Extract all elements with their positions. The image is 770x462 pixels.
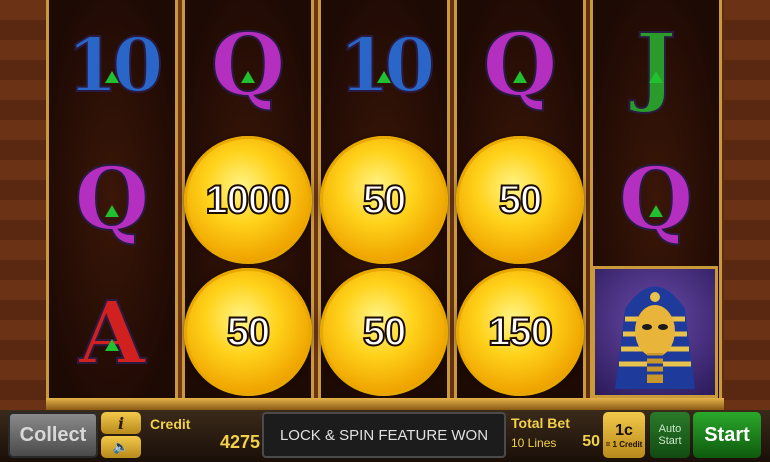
- credit-value: 4275: [219, 432, 260, 452]
- pharaoh-symbol: [592, 266, 718, 398]
- slot-game-area: 10 Q A Q 1000 50 10 50 50 Q 50 150 J Q: [0, 0, 770, 410]
- collect-button[interactable]: Collect: [8, 412, 98, 458]
- symbol-10-text: 10: [338, 23, 437, 109]
- coin-value: 50: [498, 177, 543, 223]
- info-button[interactable]: i: [101, 412, 141, 434]
- denomination-sub: = 1 Credit: [605, 439, 643, 449]
- right-decoration: [724, 0, 770, 410]
- symbol-q-text: Q: [618, 149, 695, 250]
- symbol-q-text: Q: [210, 15, 287, 116]
- coin-value: 150: [487, 309, 554, 355]
- coin-value: 50: [226, 309, 271, 355]
- symbol-q: Q: [590, 134, 722, 266]
- start-button[interactable]: Start: [693, 412, 761, 458]
- green-gem-icon: [105, 338, 119, 351]
- green-gem-icon: [649, 70, 663, 83]
- symbol-q-text: Q: [482, 15, 559, 116]
- symbol-q-text: Q: [74, 149, 151, 250]
- auto-label: Auto: [658, 423, 682, 435]
- coin-symbol: 50: [320, 268, 448, 396]
- coin-value: 50: [362, 309, 407, 355]
- total-bet-label: Total Bet: [511, 415, 570, 431]
- symbol-a: A: [46, 268, 178, 400]
- total-bet-value: 50: [582, 433, 600, 450]
- symbol-q: Q: [182, 0, 314, 132]
- pharaoh-icon: [615, 286, 695, 389]
- control-bar: Collect i 🔈 Credit 4275 LOCK & SPIN FEAT…: [0, 410, 770, 462]
- symbol-q: Q: [46, 134, 178, 266]
- speaker-icon: 🔈: [112, 439, 130, 454]
- coin-symbol: 50: [184, 268, 312, 396]
- coin-value: 50: [362, 177, 407, 223]
- denomination-value: 1c: [615, 421, 633, 439]
- symbol-10-text: 10: [66, 23, 165, 109]
- auto-start-button[interactable]: Auto Start: [650, 412, 690, 458]
- symbol-j: J: [590, 0, 722, 132]
- symbol-a-text: A: [78, 283, 147, 384]
- symbol-10: 10: [46, 0, 178, 132]
- symbol-10: 10: [318, 0, 450, 132]
- symbol-j-text: J: [635, 15, 678, 116]
- lines-label: 10 Lines: [511, 436, 557, 450]
- green-gem-icon: [513, 70, 527, 83]
- green-gem-icon: [105, 204, 119, 217]
- green-gem-icon: [649, 204, 663, 217]
- status-message: LOCK & SPIN FEATURE WON: [262, 412, 506, 458]
- coin-symbol: 50: [456, 136, 584, 264]
- coin-symbol: 150: [456, 268, 584, 396]
- coin-value: 1000: [205, 177, 293, 223]
- green-gem-icon: [105, 70, 119, 83]
- green-gem-icon: [241, 70, 255, 83]
- green-gem-icon: [377, 70, 391, 83]
- coin-symbol: 50: [320, 136, 448, 264]
- auto-sub: Start: [658, 435, 682, 447]
- reel-frame-bottom: [46, 398, 724, 410]
- symbol-q: Q: [454, 0, 586, 132]
- credit-label: Credit: [150, 416, 191, 432]
- sound-button[interactable]: 🔈: [101, 436, 141, 458]
- coin-symbol: 1000: [184, 136, 312, 264]
- left-decoration: [0, 0, 46, 410]
- denomination-button[interactable]: 1c = 1 Credit: [603, 412, 645, 458]
